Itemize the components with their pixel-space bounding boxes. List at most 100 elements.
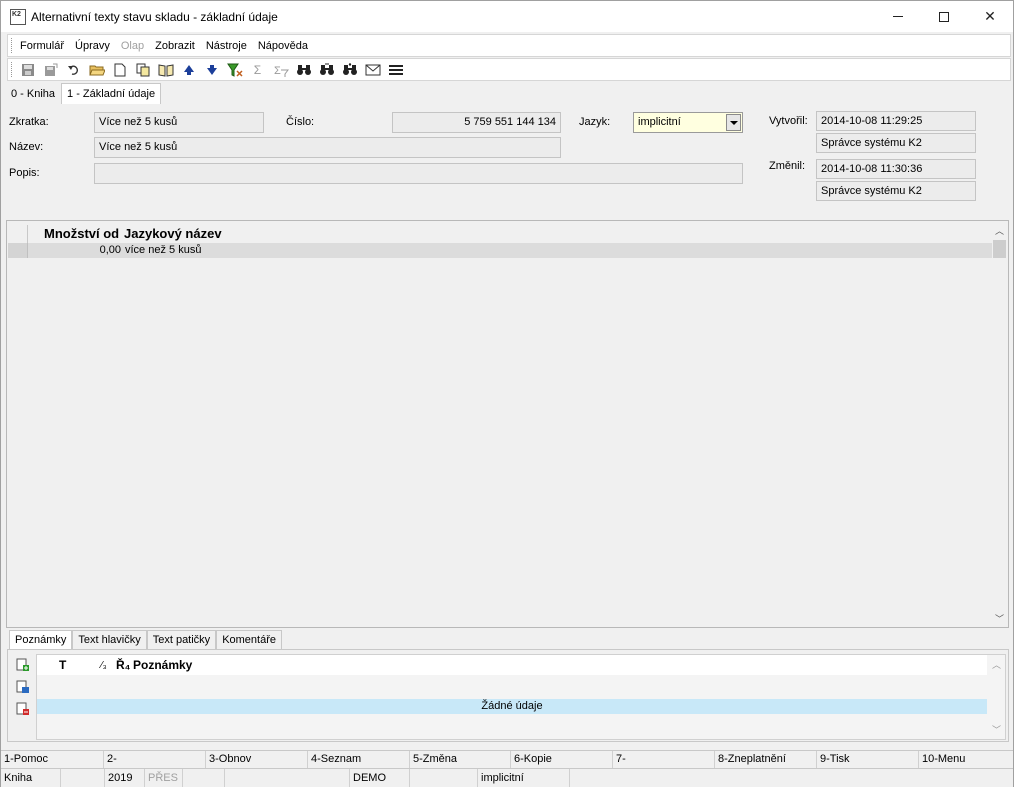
fkey-10[interactable]: 10-Menu <box>919 751 1013 768</box>
arrow-up-icon[interactable] <box>180 61 197 78</box>
fkey-7[interactable]: 7- <box>613 751 715 768</box>
function-keys-bar: 1-Pomoc 2- 3-Obnov 4-Seznam 5-Změna 6-Ko… <box>1 750 1013 768</box>
notes-scrollbar[interactable]: ︿ ﹀ <box>989 655 1005 739</box>
status-cell-6 <box>225 769 350 787</box>
scroll-up-icon[interactable]: ︿ <box>992 223 1007 238</box>
scroll-thumb[interactable] <box>993 240 1006 258</box>
save-icon[interactable] <box>19 61 36 78</box>
grid-scrollbar[interactable]: ︿ ﹀ <box>992 222 1007 626</box>
zkratka-field[interactable]: Více než 5 kusů <box>94 112 264 133</box>
tab-zakladni-udaje[interactable]: 1 - Základní údaje <box>61 83 162 104</box>
data-grid[interactable]: Množství od Jazykový název 0,00 více než… <box>6 220 1009 628</box>
sum-icon[interactable]: Σ <box>249 61 266 78</box>
scroll-up-icon[interactable]: ︿ <box>992 658 1001 671</box>
menu-olap[interactable]: Olap <box>121 40 144 52</box>
minimize-icon <box>893 16 903 17</box>
menu-napoveda[interactable]: Nápověda <box>258 40 308 52</box>
menu-nastroje[interactable]: Nástroje <box>206 40 247 52</box>
fkey-9[interactable]: 9-Tisk <box>817 751 919 768</box>
scroll-down-icon[interactable]: ﹀ <box>992 723 1001 736</box>
delete-note-icon[interactable] <box>15 702 31 717</box>
maximize-button[interactable] <box>921 1 967 32</box>
book-icon[interactable] <box>157 61 174 78</box>
app-icon <box>10 8 26 25</box>
column-sort[interactable]: ⁄₃ <box>101 660 107 671</box>
popis-field[interactable] <box>94 163 743 184</box>
grid-header: Množství od Jazykový název <box>7 225 992 243</box>
chevron-down-icon <box>729 120 738 125</box>
tab-kniha[interactable]: 0 - Kniha <box>5 83 61 104</box>
menu-formular[interactable]: Formulář <box>20 40 64 52</box>
vytvoril-user-field[interactable]: Správce systému K2 <box>816 133 976 153</box>
column-poznamky[interactable]: Poznámky <box>133 658 192 672</box>
fkey-4[interactable]: 4-Seznam <box>308 751 410 768</box>
main-window: Alternativní texty stavu skladu - základ… <box>0 0 1014 787</box>
table-row[interactable]: 0,00 více než 5 kusů <box>8 243 992 258</box>
status-book: Kniha <box>1 769 61 787</box>
binoculars-icon[interactable] <box>295 61 312 78</box>
bottom-tabs: Poznámky Text hlavičky Text patičky Kome… <box>9 630 282 649</box>
cislo-label: Číslo: <box>286 116 315 128</box>
status-database: DEMO <box>350 769 410 787</box>
fkey-1[interactable]: 1-Pomoc <box>1 751 104 768</box>
status-overwrite: PŘES <box>145 769 183 787</box>
fkey-6[interactable]: 6-Kopie <box>511 751 613 768</box>
binoculars-next-icon[interactable] <box>318 61 335 78</box>
add-note-icon[interactable] <box>15 658 31 673</box>
close-icon: ✕ <box>984 8 996 24</box>
jazyk-label: Jazyk: <box>579 116 611 128</box>
sum-filter-icon[interactable]: Σ <box>272 61 289 78</box>
status-bar: Kniha 2019 PŘES DEMO implicitní <box>1 768 1013 787</box>
vytvoril-date-field[interactable]: 2014-10-08 11:29:25 <box>816 111 976 131</box>
scroll-down-icon[interactable]: ﹀ <box>992 611 1007 626</box>
copy-icon[interactable] <box>134 61 151 78</box>
fkey-2[interactable]: 2- <box>104 751 206 768</box>
fkey-8[interactable]: 8-Zneplatnění <box>715 751 817 768</box>
status-year: 2019 <box>105 769 145 787</box>
notes-header: T ⁄₃ Ř₄ Poznámky <box>37 655 987 675</box>
minimize-button[interactable] <box>875 1 921 32</box>
zmenil-date-field[interactable]: 2014-10-08 11:30:36 <box>816 159 976 179</box>
close-button[interactable]: ✕ <box>967 1 1013 32</box>
column-jazykovy-nazev[interactable]: Jazykový název <box>124 226 222 241</box>
notes-panel: T ⁄₃ Ř₄ Poznámky Žádné údaje ︿ ﹀ <box>7 649 1009 742</box>
tab-poznamky[interactable]: Poznámky <box>9 630 73 649</box>
cislo-field[interactable]: 5 759 551 144 134 <box>392 112 561 133</box>
tab-komentare[interactable]: Komentáře <box>216 630 282 649</box>
save-all-icon[interactable] <box>42 61 59 78</box>
zmenil-user-field[interactable]: Správce systému K2 <box>816 181 976 201</box>
tab-text-hlavicky[interactable]: Text hlavičky <box>72 630 147 649</box>
popis-label: Popis: <box>9 167 40 179</box>
nazev-label: Název: <box>9 141 44 153</box>
menu-upravy[interactable]: Úpravy <box>75 40 110 52</box>
fkey-3[interactable]: 3-Obnov <box>206 751 308 768</box>
binoculars-all-icon[interactable] <box>341 61 358 78</box>
title-bar: Alternativní texty stavu skladu - základ… <box>1 1 1013 32</box>
jazyk-dropdown-button[interactable] <box>726 114 741 131</box>
status-cell-10 <box>570 769 1013 787</box>
edit-note-icon[interactable] <box>15 680 31 695</box>
new-document-icon[interactable] <box>111 61 128 78</box>
column-mnozstvi-od[interactable]: Množství od <box>44 226 119 241</box>
zmenil-label: Změnil: <box>769 160 806 172</box>
tab-text-paticky[interactable]: Text patičky <box>146 630 217 649</box>
filter-icon[interactable] <box>226 61 243 78</box>
fkey-5[interactable]: 5-Změna <box>410 751 511 768</box>
mail-icon[interactable] <box>364 61 381 78</box>
toolbar: Σ Σ <box>7 58 1011 81</box>
maximize-icon <box>939 11 949 22</box>
status-language: implicitní <box>478 769 570 787</box>
undo-icon[interactable] <box>65 61 82 78</box>
cell-jazykovy-nazev: více než 5 kusů <box>125 244 202 256</box>
menu-lines-icon[interactable] <box>387 61 404 78</box>
open-folder-icon[interactable] <box>88 61 105 78</box>
cell-mnozstvi: 0,00 <box>99 244 121 256</box>
arrow-down-icon[interactable] <box>203 61 220 78</box>
jazyk-select[interactable]: implicitní <box>633 112 743 133</box>
menu-zobrazit[interactable]: Zobrazit <box>155 40 195 52</box>
column-r[interactable]: Ř₄ <box>116 658 130 672</box>
header-form: Zkratka: Více než 5 kusů Číslo: 5 759 55… <box>5 104 1011 216</box>
notes-grid[interactable]: T ⁄₃ Ř₄ Poznámky Žádné údaje ︿ ﹀ <box>36 654 1006 740</box>
nazev-field[interactable]: Více než 5 kusů <box>94 137 561 158</box>
column-t[interactable]: T <box>59 658 66 672</box>
